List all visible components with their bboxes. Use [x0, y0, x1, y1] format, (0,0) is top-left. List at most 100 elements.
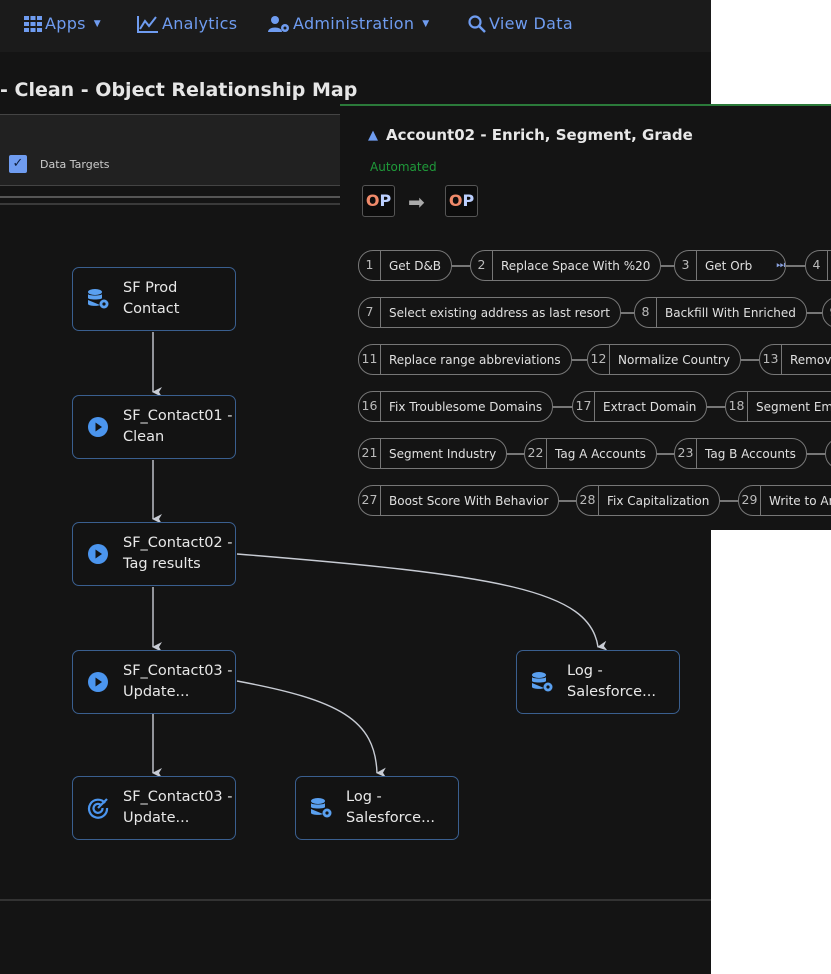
step-number: 12: [588, 345, 610, 374]
step-label: Write to Ar: [769, 493, 831, 508]
step-label: Fix Capitalization: [607, 493, 710, 508]
job-detail-panel: ▲ Account02 - Enrich, Segment, Grade Auto…: [340, 104, 831, 530]
step-number: 2: [826, 439, 831, 468]
play-circle-icon: [73, 416, 123, 438]
step-number: 11: [359, 345, 381, 374]
pipeline-step[interactable]: 18 Segment Emp: [725, 391, 831, 422]
step-number: 27: [359, 486, 381, 515]
node-label: SF_Contact01 - Clean: [123, 408, 233, 445]
step-label: Boost Score With Behavior: [389, 493, 549, 508]
step-label: Segment Emp: [756, 399, 831, 414]
pipeline-step[interactable]: 2 Replace Space With %20: [470, 250, 662, 281]
pipeline-step[interactable]: 7 Select existing address as last resort: [358, 297, 621, 328]
step-number: 7: [359, 298, 381, 327]
graph-node[interactable]: SF_Contact03 - Update...: [72, 650, 236, 714]
pipeline-step[interactable]: 16 Fix Troublesome Domains: [358, 391, 554, 422]
pipeline-step[interactable]: 27 Boost Score With Behavior: [358, 485, 560, 516]
step-number: 18: [726, 392, 748, 421]
source-op-badge: OP: [362, 185, 395, 217]
step-number: 21: [359, 439, 381, 468]
step-label: Get Orb: [705, 258, 753, 273]
step-connector: [559, 500, 576, 502]
graph-node[interactable]: Log - Salesforce...: [295, 776, 459, 840]
step-label: Normalize Country: [618, 352, 730, 367]
pipeline-step[interactable]: 23 Tag B Accounts: [674, 438, 807, 469]
step-number: 16: [359, 392, 381, 421]
step-label: Replace Space With %20: [501, 258, 651, 273]
play-circle-icon: [73, 543, 123, 565]
step-number: 3: [675, 251, 697, 280]
step-number: 17: [573, 392, 595, 421]
step-connector: [553, 406, 572, 408]
pipeline-step[interactable]: 9: [822, 297, 831, 328]
step-number: 22: [525, 439, 547, 468]
step-connector: [621, 312, 634, 314]
node-label: Log - Salesforce...: [346, 789, 435, 826]
node-label: Log - Salesforce...: [567, 663, 656, 700]
graph-node[interactable]: SF Prod Contact: [72, 267, 236, 331]
panel-title: Account02 - Enrich, Segment, Grade: [386, 126, 693, 144]
step-connector: [572, 359, 587, 361]
node-label: SF_Contact02 - Tag results: [123, 535, 233, 572]
step-label: Fix Troublesome Domains: [389, 399, 543, 414]
pipeline-step[interactable]: 11 Replace range abbreviations: [358, 344, 572, 375]
database-gear-icon: [73, 287, 123, 311]
step-label: Remove: [790, 352, 831, 367]
step-number: 8: [635, 298, 657, 327]
target-icon: [73, 797, 123, 819]
database-gear-icon: [296, 796, 346, 820]
pipeline-step[interactable]: 1 Get D&B: [358, 250, 453, 281]
pipeline-step[interactable]: 29 Write to Ar: [738, 485, 831, 516]
step-label: Backfill With Enriched: [665, 305, 796, 320]
step-label: Select existing address as last resort: [389, 305, 610, 320]
step-connector: [786, 265, 805, 267]
chevron-up-icon[interactable]: ▲: [368, 128, 378, 143]
node-label: SF Prod Contact: [123, 280, 180, 317]
step-label: Extract Domain: [603, 399, 697, 414]
pipeline-step[interactable]: 13 Remove: [759, 344, 831, 375]
divider: [0, 899, 711, 901]
pipeline-step[interactable]: 3 Get Orb ⏭: [674, 250, 787, 281]
step-number: 9: [823, 298, 831, 327]
step-label: Segment Industry: [389, 446, 497, 461]
pipeline-step[interactable]: 28 Fix Capitalization: [576, 485, 721, 516]
pipeline-step[interactable]: 2: [825, 438, 831, 469]
fast-forward-icon: ⏭: [776, 260, 786, 271]
graph-node[interactable]: SF_Contact03 - Update...: [72, 776, 236, 840]
play-circle-icon: [73, 671, 123, 693]
panel-header[interactable]: ▲ Account02 - Enrich, Segment, Grade: [368, 126, 693, 144]
step-label: Get D&B: [389, 258, 442, 273]
pipeline-step[interactable]: 21 Segment Industry: [358, 438, 508, 469]
pipeline-step[interactable]: 17 Extract Domain: [572, 391, 708, 422]
step-connector: [807, 453, 825, 455]
graph-node[interactable]: Log - Salesforce...: [516, 650, 680, 714]
step-connector: [807, 312, 822, 314]
edge: [236, 553, 608, 651]
step-number: 23: [675, 439, 697, 468]
step-label: Tag A Accounts: [555, 446, 646, 461]
step-connector: [661, 265, 674, 267]
edge: [236, 680, 387, 778]
step-number: 28: [577, 486, 599, 515]
pipeline-step[interactable]: 8 Backfill With Enriched: [634, 297, 807, 328]
pipeline-step[interactable]: 22 Tag A Accounts: [524, 438, 657, 469]
database-gear-icon: [517, 670, 567, 694]
step-connector: [720, 500, 738, 502]
step-number: 1: [359, 251, 381, 280]
step-number: 2: [471, 251, 493, 280]
step-number: 13: [760, 345, 782, 374]
status-badge: Automated: [370, 160, 437, 174]
step-connector: [507, 453, 524, 455]
node-label: SF_Contact03 - Update...: [123, 663, 233, 700]
step-number: 4: [806, 251, 828, 280]
pipeline-step[interactable]: 12 Normalize Country: [587, 344, 741, 375]
step-connector: [707, 406, 725, 408]
pipeline-step[interactable]: 4: [805, 250, 831, 281]
step-connector: [741, 359, 759, 361]
step-number: 29: [739, 486, 761, 515]
graph-node[interactable]: SF_Contact02 - Tag results: [72, 522, 236, 586]
step-label: Tag B Accounts: [705, 446, 796, 461]
graph-node[interactable]: SF_Contact01 - Clean: [72, 395, 236, 459]
step-connector: [452, 265, 470, 267]
node-label: SF_Contact03 - Update...: [123, 789, 233, 826]
